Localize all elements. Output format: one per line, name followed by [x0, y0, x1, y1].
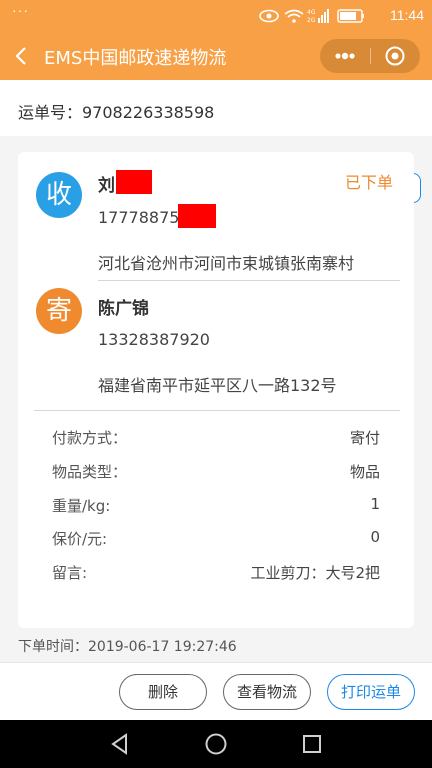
- detail-label: 付款方式：: [52, 429, 128, 447]
- more-icon[interactable]: [320, 39, 370, 73]
- waybill-row: 运单号：9708226338598 快递包裹: [0, 80, 432, 203]
- recents-square-icon[interactable]: [300, 732, 324, 756]
- home-circle-icon[interactable]: [204, 732, 228, 756]
- detail-label: 留言:: [52, 564, 88, 582]
- back-arrow-icon[interactable]: [12, 44, 32, 68]
- detail-label: 物品类型：: [52, 463, 128, 481]
- page-title: EMS中国邮政速递物流: [44, 48, 227, 69]
- waybill-number: 运单号：9708226338598: [18, 103, 215, 122]
- status-icons: 4G 2G: [259, 9, 364, 24]
- receiver-phone: 17778875: [98, 208, 180, 227]
- detail-value: 寄付: [349, 429, 380, 447]
- divider: [34, 410, 400, 411]
- detail-value: 物品: [349, 463, 380, 481]
- status-bar: ··· 4G 2G 11:44: [0, 0, 432, 32]
- order-card: 收 刘 已下单 17778875 河北省沧州市河间市束城镇张南寨村 寄 陈广锦 …: [18, 152, 414, 628]
- receiver-address: 河北省沧州市河间市束城镇张南寨村: [98, 254, 355, 273]
- view-logistics-button[interactable]: 查看物流: [223, 674, 311, 710]
- detail-label: 保价/元:: [52, 530, 108, 548]
- svg-text:4G: 4G: [307, 9, 316, 16]
- receiver-name: 刘: [98, 176, 115, 196]
- battery-icon: [337, 9, 364, 23]
- delete-button[interactable]: 删除: [119, 674, 207, 710]
- action-bar: 删除 查看物流 打印运单: [0, 662, 432, 720]
- redaction-mark: [178, 204, 216, 228]
- sender-name: 陈广锦: [98, 299, 149, 319]
- divider: [98, 280, 400, 281]
- eye-icon: [259, 9, 279, 23]
- detail-label: 重量/kg:: [52, 497, 111, 515]
- sender-phone: 13328387920: [98, 330, 210, 349]
- receiver-badge: 收: [36, 172, 82, 218]
- order-status: 已下单: [345, 173, 394, 192]
- svg-text:2G: 2G: [307, 17, 316, 24]
- detail-value: 0: [370, 528, 380, 546]
- mini-program-capsule: [320, 39, 420, 73]
- print-waybill-button[interactable]: 打印运单: [327, 674, 415, 710]
- detail-value: 工业剪刀：大号2把: [250, 564, 380, 582]
- clock: 11:44: [390, 7, 424, 23]
- sender-badge: 寄: [36, 288, 82, 334]
- sender-address: 福建省南平市延平区八一路132号: [98, 376, 337, 395]
- wifi-icon: [284, 9, 304, 23]
- notification-dots: ···: [12, 2, 29, 18]
- back-triangle-icon[interactable]: [108, 732, 132, 756]
- order-time: 下单时间：2019-06-17 19:27:46: [18, 639, 237, 655]
- detail-value: 1: [370, 495, 380, 513]
- system-nav-bar: [0, 720, 432, 768]
- close-program-icon[interactable]: [371, 39, 420, 73]
- signal-icon: 4G 2G: [307, 9, 329, 24]
- redaction-mark: [116, 170, 152, 194]
